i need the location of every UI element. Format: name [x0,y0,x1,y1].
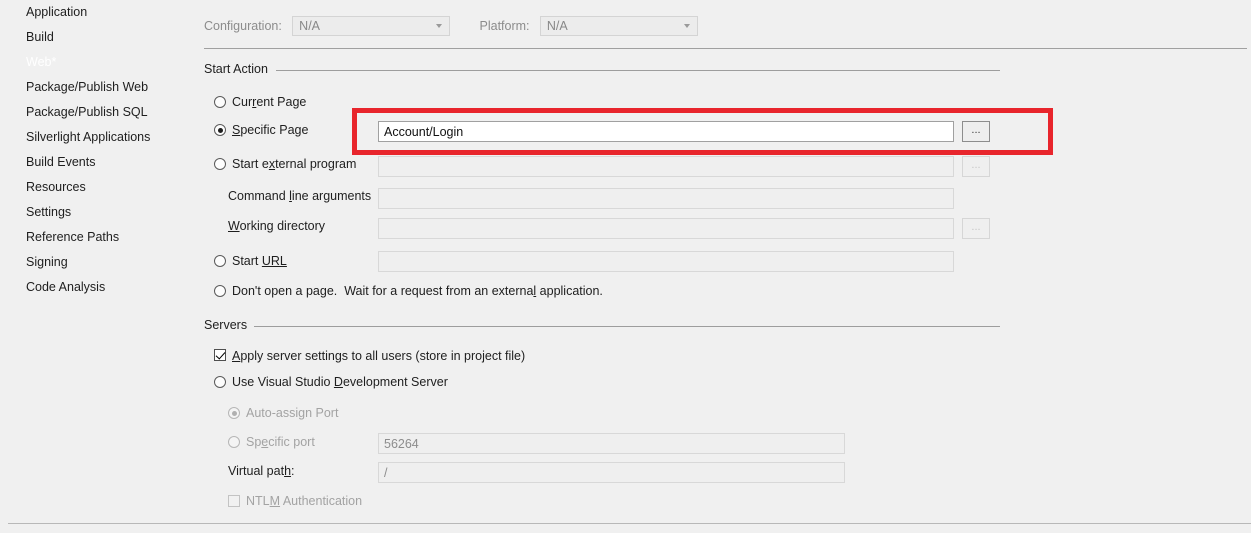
sidebar-item-label: Package/Publish SQL [26,105,148,119]
start-external-program-browse-button[interactable]: ... [962,156,990,177]
apply-server-settings-label[interactable]: Apply server settings to all users (stor… [232,349,525,363]
sidebar-item-label: Build [26,30,54,44]
use-vs-dev-server-label[interactable]: Use Visual Studio Development Server [232,375,448,389]
group-rule [276,70,1000,71]
configuration-dropdown[interactable]: N/A [292,16,451,36]
configuration-row: Configuration: N/A Platform: N/A [204,16,698,36]
sidebar-item-signing[interactable]: Signing [0,250,196,275]
command-line-arguments-input[interactable] [378,188,954,209]
sidebar-item-package-publish-web[interactable]: Package/Publish Web [0,75,196,100]
header-divider [204,48,1247,49]
ntlm-authentication-label[interactable]: NTLM Authentication [246,494,362,508]
virtual-path-input[interactable]: / [378,462,845,483]
web-settings-pane: Configuration: N/A Platform: N/A Start A… [196,0,1251,533]
sidebar-item-settings[interactable]: Settings [0,200,196,225]
sidebar-item-label: Application [26,5,88,19]
sidebar-item-application[interactable]: Application [0,0,196,25]
sidebar-item-label: Code Analysis [26,280,106,294]
specific-page-browse-button[interactable]: ... [962,121,990,142]
sidebar-item-silverlight-applications[interactable]: Silverlight Applications [0,125,196,150]
sidebar-item-label: Reference Paths [26,230,120,244]
sidebar-item-label: Package/Publish Web [26,80,149,94]
group-rule [254,326,1000,327]
project-properties-page: Application Build Web* Package/Publish W… [0,0,1251,533]
configuration-label: Configuration: [204,19,282,33]
start-url-radio[interactable] [214,255,226,267]
dont-open-page-label[interactable]: Don't open a page. Wait for a request fr… [232,284,603,298]
start-external-program-input[interactable] [378,156,954,177]
chevron-down-icon [683,24,691,29]
sidebar-item-label: Web* [26,55,57,69]
servers-group-header: Servers [204,318,1000,332]
servers-group-label: Servers [204,318,248,332]
sidebar-item-reference-paths[interactable]: Reference Paths [0,225,196,250]
specific-port-input[interactable]: 56264 [378,433,845,454]
platform-value: N/A [546,19,568,33]
platform-label: Platform: [479,19,530,33]
specific-page-label[interactable]: Specific Page [232,123,308,137]
sidebar-item-web[interactable]: Web* [0,50,196,75]
start-external-program-radio[interactable] [214,158,226,170]
dont-open-page-radio[interactable] [214,285,226,297]
specific-page-radio[interactable] [214,124,226,136]
start-action-group-label: Start Action [204,62,268,76]
sidebar-item-label: Signing [26,255,68,269]
command-line-arguments-label: Command line arguments [228,189,372,203]
current-page-radio[interactable] [214,96,226,108]
properties-category-list: Application Build Web* Package/Publish W… [0,0,196,533]
platform-dropdown[interactable]: N/A [539,16,698,36]
sidebar-item-label: Settings [26,205,72,219]
specific-port-radio[interactable] [228,436,240,448]
sidebar-item-build[interactable]: Build [0,25,196,50]
configuration-value: N/A [299,19,321,33]
chevron-down-icon [436,24,443,29]
sidebar-item-label: Resources [26,180,86,194]
sidebar-item-code-analysis[interactable]: Code Analysis [0,275,196,300]
ntlm-authentication-checkbox[interactable] [228,495,240,507]
working-directory-input[interactable] [378,218,954,239]
sidebar-item-resources[interactable]: Resources [0,175,196,200]
use-vs-dev-server-radio[interactable] [214,376,226,388]
working-directory-label: Working directory [228,219,326,233]
apply-server-settings-checkbox[interactable] [214,349,226,361]
sidebar-item-package-publish-sql[interactable]: Package/Publish SQL [0,100,196,125]
specific-port-label[interactable]: Specific port [246,435,315,449]
start-url-label[interactable]: Start URL [232,254,287,268]
sidebar-item-label: Build Events [26,155,96,169]
auto-assign-port-label[interactable]: Auto-assign Port [246,406,338,420]
current-page-label[interactable]: Current Page [232,95,306,109]
virtual-path-label: Virtual path: [228,464,295,478]
working-directory-browse-button[interactable]: ... [962,218,990,239]
footer-divider [8,523,1251,524]
auto-assign-port-radio[interactable] [228,407,240,419]
sidebar-item-build-events[interactable]: Build Events [0,150,196,175]
start-action-group-header: Start Action [204,62,1000,76]
specific-page-input[interactable]: Account/Login [378,121,954,142]
sidebar-item-label: Silverlight Applications [26,130,151,144]
start-url-input[interactable] [378,251,954,272]
sidebar-selection-arrow-icon [183,51,192,73]
start-external-program-label[interactable]: Start external program [232,157,356,171]
